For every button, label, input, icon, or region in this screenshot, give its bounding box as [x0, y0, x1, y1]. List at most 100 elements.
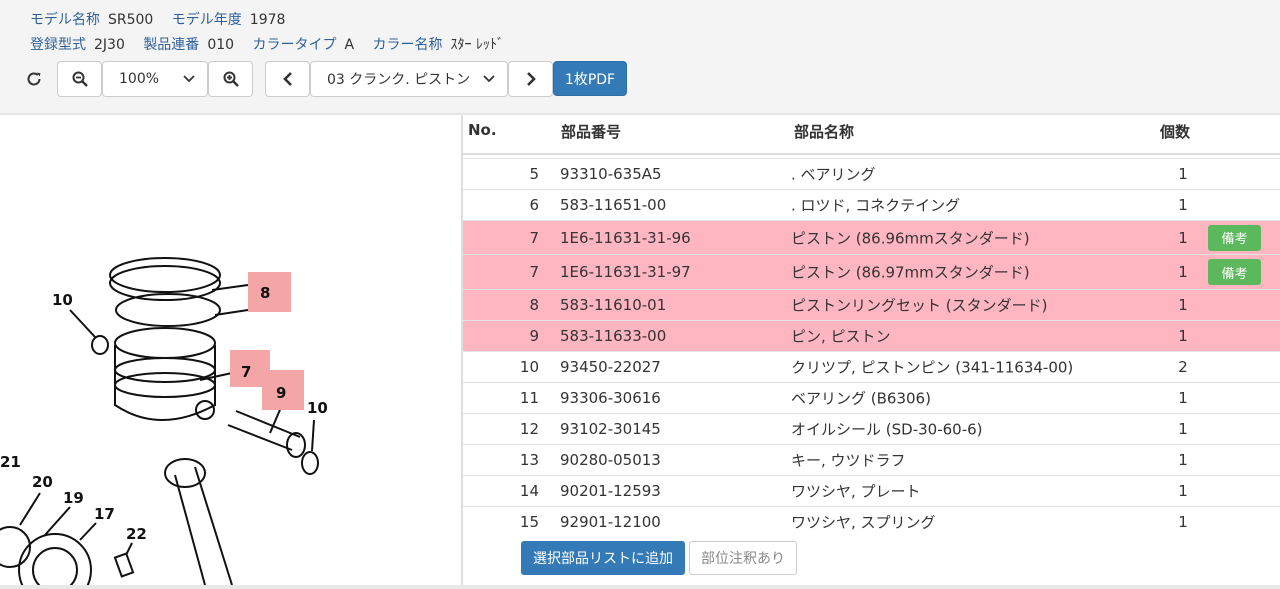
zoom-select[interactable]: 100%	[102, 61, 208, 97]
zoom-out-icon	[72, 71, 88, 87]
row-number: 11	[519, 389, 539, 407]
table-row[interactable]: 5 93310-635A5 . ベアリング 1	[463, 158, 1280, 189]
part-name: ピストンリングセット (スタンダード)	[791, 296, 1048, 315]
refresh-icon	[27, 72, 41, 86]
zoom-in-icon	[223, 71, 239, 87]
quantity: 2	[1178, 358, 1188, 376]
table-row[interactable]: 12 93102-30145 オイルシール (SD-30-60-6) 1	[463, 413, 1280, 444]
row-number: 10	[519, 358, 539, 376]
chevron-right-icon	[526, 72, 536, 86]
row-number: 8	[529, 296, 539, 314]
part-name: オイルシール (SD-30-60-6)	[791, 420, 983, 439]
row-number: 6	[529, 196, 539, 214]
row-number: 7	[529, 228, 539, 247]
previous-page-button[interactable]	[265, 61, 310, 97]
piston-ring	[109, 257, 221, 293]
single-page-pdf-button[interactable]: 1枚PDF	[553, 61, 627, 96]
part-number: 93450-22027	[560, 358, 661, 376]
callout-10: 10	[52, 291, 73, 309]
quantity: 1	[1178, 327, 1188, 345]
serial-value: 010	[207, 37, 235, 53]
quantity: 1	[1178, 389, 1188, 407]
color-type-value: A	[344, 37, 355, 53]
table-header-divider	[463, 153, 1280, 155]
parts-table: No. 部品番号 部品名称 個数 5 93310-635A5 . ベアリング 1 6 58…	[463, 115, 1280, 589]
add-to-selected-list-button[interactable]: 選択部品リストに追加	[521, 541, 685, 575]
piston-pin	[227, 410, 301, 451]
position-annotation-button[interactable]: 部位注釈あり	[689, 541, 797, 575]
table-row[interactable]: 9 583-11633-00 ピン, ピストン 1	[463, 320, 1280, 351]
callout-7: 7	[241, 363, 251, 381]
oil-seal	[0, 526, 31, 568]
part-name: ワツシヤ, スプリング	[791, 513, 936, 532]
color-type-label: カラータイプ	[252, 37, 337, 53]
part-name: ピストン (86.97mmスタンダード)	[791, 263, 1030, 282]
part-number: 90280-05013	[560, 451, 661, 469]
callout-19: 19	[63, 489, 84, 507]
part-number: 90201-12593	[560, 482, 661, 500]
part-name: ベアリング (B6306)	[791, 389, 931, 408]
table-row[interactable]: 11 93306-30616 ベアリング (B6306) 1	[463, 382, 1280, 413]
table-row[interactable]: 6 583-11651-00 . ロツド, コネクテイング 1	[463, 189, 1280, 220]
zoom-in-button[interactable]	[208, 61, 253, 97]
header-quantity: 個数	[1160, 123, 1191, 141]
row-number: 15	[519, 513, 539, 531]
refresh-button[interactable]	[14, 61, 54, 97]
callout-21: 21	[0, 453, 21, 471]
row-number: 7	[529, 263, 539, 281]
table-row[interactable]: 7 1E6-11631-31-96 ピストン (86.96mmスタンダード) 1 備考	[463, 220, 1280, 254]
table-row[interactable]: 8 583-11610-01 ピストンリングセット (スタンダード) 1	[463, 289, 1280, 320]
next-page-button[interactable]	[508, 61, 553, 97]
row-number: 13	[519, 451, 539, 469]
quantity: 1	[1178, 482, 1188, 500]
quantity: 1	[1178, 513, 1188, 531]
row-number: 9	[529, 327, 539, 345]
serial-label: 製品連番	[143, 37, 200, 53]
part-name: キー, ウツドラフ	[791, 451, 906, 470]
piston-top	[114, 327, 216, 359]
part-number: 93306-30616	[560, 389, 661, 407]
table-row[interactable]: 10 93450-22027 クリツプ, ピストンピン (341-11634-00)…	[463, 351, 1280, 382]
part-number: 1E6-11631-31-96	[560, 228, 691, 247]
zoom-out-button[interactable]	[57, 61, 102, 97]
chevron-left-icon	[282, 72, 292, 86]
quantity: 1	[1178, 196, 1188, 214]
remarks-button[interactable]: 備考	[1208, 259, 1261, 285]
table-row[interactable]: 7 1E6-11631-31-97 ピストン (86.97mmスタンダード) 1 備考	[463, 254, 1280, 289]
header-part-name: 部品名称	[794, 123, 855, 141]
parts-diagram[interactable]: 10 8 7 9 10 21 20 19 17 22	[0, 115, 461, 589]
part-number: 583-11633-00	[560, 327, 667, 345]
color-name-label: カラー名称	[372, 37, 443, 53]
color-name-value: ｽﾀｰ ﾚｯﾄﾞ	[450, 37, 504, 53]
callout-8: 8	[260, 284, 270, 302]
chevron-down-icon	[483, 75, 495, 83]
model-year-label: モデル年度	[171, 12, 242, 28]
table-row[interactable]: 13 90280-05013 キー, ウツドラフ 1	[463, 444, 1280, 475]
model-name-label: モデル名称	[30, 12, 100, 28]
quantity: 1	[1178, 451, 1188, 469]
table-row[interactable]: 15 92901-12100 ワツシヤ, スプリング 1	[463, 506, 1280, 537]
table-row[interactable]: 14 90201-12593 ワツシヤ, プレート 1	[463, 475, 1280, 506]
part-number: 1E6-11631-31-97	[560, 263, 691, 281]
row-number: 12	[519, 420, 539, 438]
header-part-number: 部品番号	[561, 123, 622, 141]
piston-ring	[115, 293, 221, 327]
part-name: ピン, ピストン	[791, 327, 891, 346]
quantity: 1	[1178, 296, 1188, 314]
zoom-value: 100%	[119, 71, 160, 87]
remarks-button[interactable]: 備考	[1208, 224, 1261, 251]
row-number: 14	[519, 482, 539, 500]
model-year-value: 1978	[249, 12, 286, 28]
connecting-rod	[174, 466, 233, 586]
part-number: 583-11610-01	[560, 296, 667, 314]
chevron-down-icon	[183, 75, 195, 83]
part-number: 92901-12100	[560, 513, 661, 531]
quantity: 1	[1178, 165, 1188, 183]
part-number: 583-11651-00	[560, 196, 667, 214]
page-select[interactable]: 03 クランク. ピストン	[310, 61, 508, 97]
quantity: 1	[1178, 228, 1188, 247]
clip-left	[91, 335, 109, 355]
part-number: 93310-635A5	[560, 165, 662, 183]
part-name: ピストン (86.96mmスタンダード)	[791, 229, 1030, 247]
reg-type-value: 2J30	[94, 37, 125, 53]
